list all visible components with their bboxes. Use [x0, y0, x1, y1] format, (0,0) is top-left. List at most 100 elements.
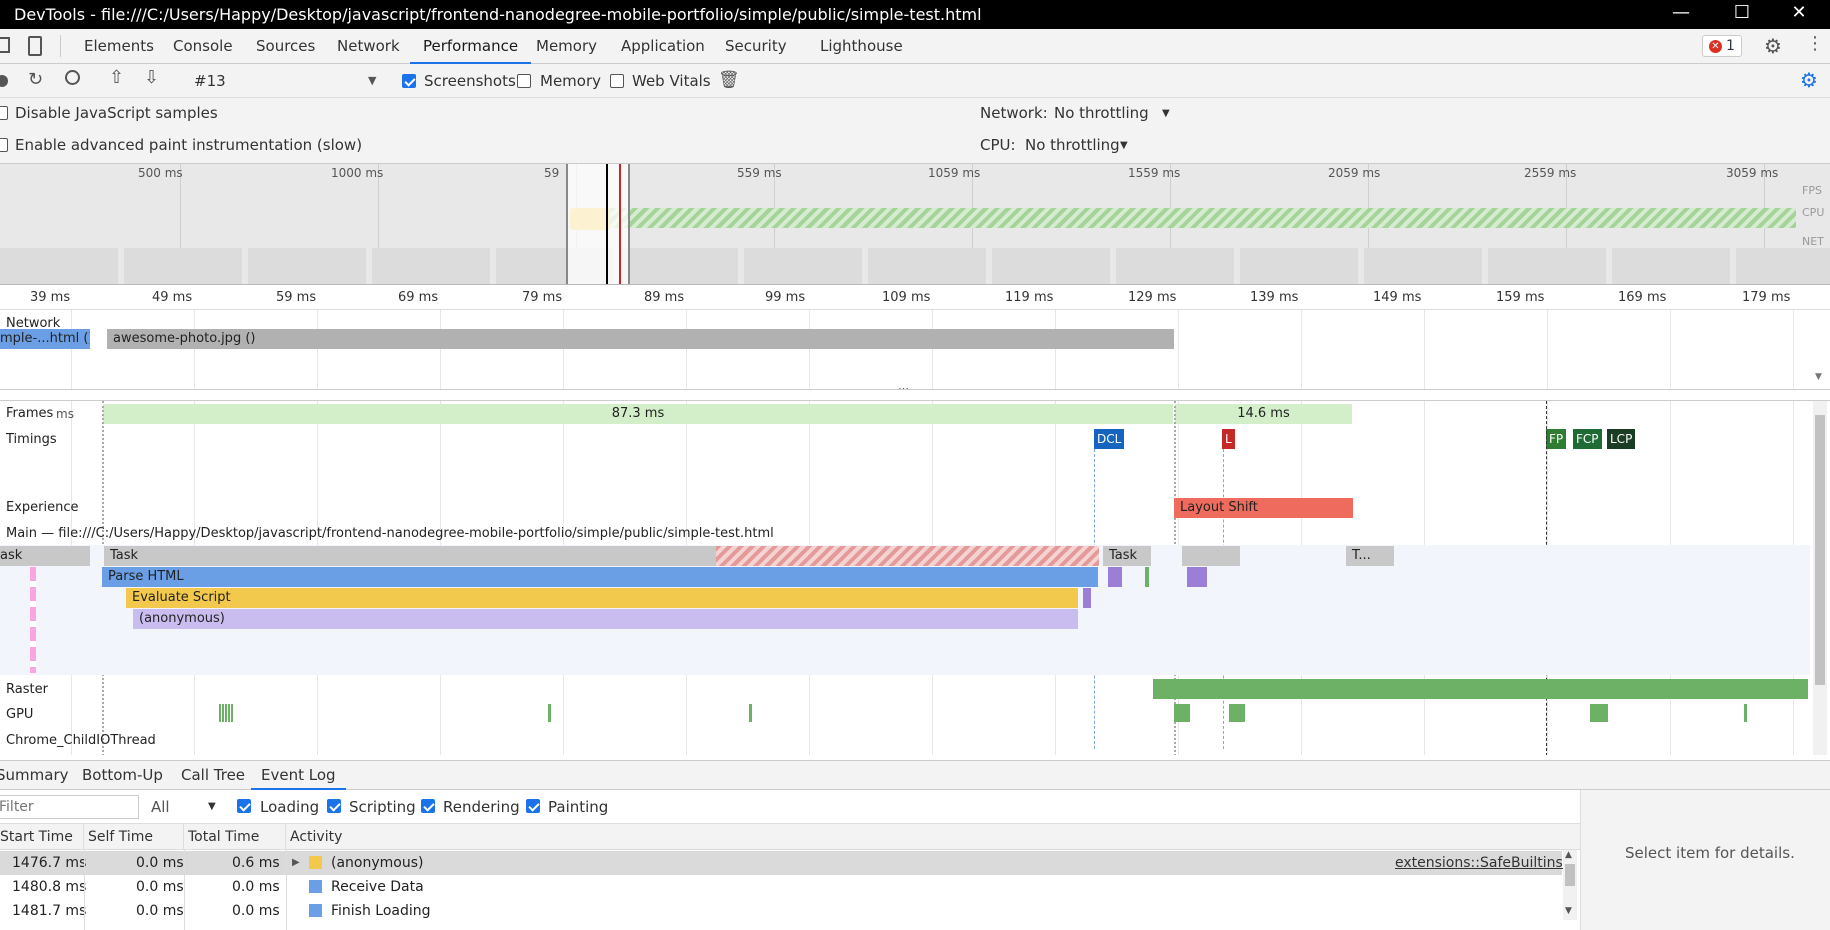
row-start-time: 1480.8 ms: [12, 879, 87, 895]
reload-record-icon[interactable]: ↻: [28, 69, 43, 90]
scrollbar-thumb[interactable]: [1815, 415, 1825, 685]
disable-js-samples-checkbox[interactable]: [0, 106, 8, 120]
tab-event-log[interactable]: Event Log: [251, 761, 346, 790]
tab-performance[interactable]: Performance: [410, 29, 532, 64]
resize-handle-icon[interactable]: ⋯: [898, 382, 909, 389]
category-select[interactable]: All: [151, 798, 170, 816]
anonymous-bar[interactable]: (anonymous): [133, 609, 1078, 629]
capture-settings-gear-icon[interactable]: ⚙: [1800, 68, 1818, 92]
gridline: [932, 310, 933, 389]
chevron-down-icon[interactable]: ▼: [1120, 140, 1128, 151]
gpu-task[interactable]: [548, 704, 551, 722]
evaluate-script-bar[interactable]: Evaluate Script: [126, 588, 1078, 608]
advanced-paint-label: Enable advanced paint instrumentation (s…: [15, 136, 363, 154]
record-icon[interactable]: [0, 75, 8, 87]
tab-application[interactable]: Application: [621, 29, 705, 64]
web-vitals-checkbox[interactable]: [610, 74, 624, 88]
scroll-up-icon[interactable]: ▲: [1565, 850, 1572, 860]
tab-network[interactable]: Network: [337, 29, 400, 64]
gpu-task[interactable]: [1590, 704, 1608, 722]
minimize-button[interactable]: —: [1658, 2, 1704, 26]
tab-security[interactable]: Security: [725, 29, 787, 64]
column-start-time[interactable]: Start Time: [0, 824, 84, 850]
settings-gear-icon[interactable]: ⚙: [1764, 34, 1782, 58]
gpu-task[interactable]: [749, 704, 752, 722]
tab-bottom-up[interactable]: Bottom-Up: [82, 761, 163, 790]
expand-arrow-icon[interactable]: ▶: [292, 857, 300, 868]
filter-input[interactable]: [0, 795, 139, 819]
flame-scrollbar[interactable]: [1813, 401, 1827, 755]
column-activity[interactable]: Activity: [286, 824, 1580, 850]
parse-html-bar[interactable]: Parse HTML: [102, 567, 1098, 587]
more-options-icon[interactable]: ⋮: [1806, 33, 1824, 54]
ruler-tick: 49 ms: [152, 290, 193, 305]
timeline-overview[interactable]: 500 ms 1000 ms 59 559 ms 1059 ms 1559 ms…: [0, 164, 1830, 285]
gpu-task[interactable]: [1744, 704, 1747, 722]
gpu-task[interactable]: [1174, 704, 1190, 722]
chevron-down-icon[interactable]: ▼: [1162, 108, 1170, 119]
load-marker[interactable]: L: [1222, 429, 1235, 449]
chevron-down-icon[interactable]: ▼: [368, 74, 376, 87]
category-color-swatch: [309, 856, 322, 869]
scripting-slice[interactable]: [1187, 567, 1207, 587]
loading-checkbox[interactable]: [237, 799, 251, 813]
network-request-image[interactable]: awesome-photo.jpg (): [107, 329, 1174, 349]
task-bar[interactable]: T...: [1346, 546, 1394, 566]
tab-console[interactable]: Console: [173, 29, 233, 64]
tab-lighthouse[interactable]: Lighthouse: [820, 29, 903, 64]
memory-checkbox[interactable]: [517, 74, 531, 88]
painting-checkbox[interactable]: [526, 799, 540, 813]
profile-select[interactable]: #13: [194, 72, 226, 90]
frame-bar[interactable]: 87.3 ms: [103, 404, 1173, 424]
rendering-checkbox[interactable]: [421, 799, 435, 813]
screenshots-checkbox[interactable]: [402, 74, 416, 88]
frame-bar[interactable]: 14.6 ms: [1175, 404, 1352, 424]
dcl-marker[interactable]: DCL: [1094, 429, 1125, 449]
flame-chart[interactable]: Frames ms 87.3 ms 14.6 ms Timings DCL L …: [0, 400, 1830, 755]
paint-slice[interactable]: [1145, 567, 1149, 587]
task-bar[interactable]: ask: [0, 546, 90, 566]
scroll-down-icon[interactable]: ▼: [1565, 906, 1572, 916]
task-bar[interactable]: Task: [1103, 546, 1151, 566]
tab-call-tree[interactable]: Call Tree: [181, 761, 245, 790]
scrollbar-thumb[interactable]: [1565, 864, 1575, 886]
load-profile-icon[interactable]: ⇧: [109, 67, 124, 88]
task-bar[interactable]: Task: [104, 546, 716, 566]
layout-shift-bar[interactable]: Layout Shift: [1174, 498, 1353, 518]
ruler-tick: 159 ms: [1496, 290, 1545, 305]
column-self-time[interactable]: Self Time: [84, 824, 184, 850]
network-request-html[interactable]: mple-...html (): [0, 329, 90, 349]
task-bar-small[interactable]: [1182, 546, 1240, 566]
gpu-task[interactable]: [1229, 704, 1245, 722]
cpu-throttle-select[interactable]: No throttling: [1025, 136, 1120, 154]
close-window-button[interactable]: ✕: [1776, 2, 1822, 26]
clear-icon[interactable]: [65, 70, 80, 85]
chevron-down-icon[interactable]: ▼: [208, 801, 216, 812]
lcp-marker[interactable]: LCP: [1607, 429, 1636, 449]
tab-elements[interactable]: Elements: [84, 29, 154, 64]
table-scrollbar[interactable]: ▲ ▼: [1563, 850, 1577, 920]
save-profile-icon[interactable]: ⇩: [144, 67, 159, 88]
raster-bar[interactable]: [1153, 679, 1808, 699]
tab-sources[interactable]: Sources: [256, 29, 315, 64]
trash-icon[interactable]: 🗑: [718, 70, 740, 90]
maximize-button[interactable]: ☐: [1719, 2, 1765, 26]
gpu-track-label: GPU: [6, 707, 34, 722]
tab-summary[interactable]: Summary: [0, 761, 69, 790]
gpu-task[interactable]: [219, 704, 233, 722]
row-activity: (anonymous): [331, 855, 424, 871]
fp-marker[interactable]: FP: [1546, 429, 1567, 449]
advanced-paint-checkbox[interactable]: [0, 138, 8, 152]
scripting-checkbox[interactable]: [327, 799, 341, 813]
fcp-marker[interactable]: FCP: [1573, 429, 1602, 449]
function-call-slice[interactable]: [1083, 588, 1091, 608]
scroll-down-icon[interactable]: ▼: [1815, 372, 1822, 382]
error-badge[interactable]: ✕ 1: [1702, 35, 1742, 57]
network-throttle-select[interactable]: No throttling: [1054, 104, 1149, 122]
row-source-link[interactable]: extensions::SafeBuiltins:1: [1395, 851, 1576, 875]
tab-memory[interactable]: Memory: [536, 29, 597, 64]
device-toolbar-icon[interactable]: [28, 36, 42, 56]
inspect-element-icon[interactable]: [0, 37, 10, 53]
column-total-time[interactable]: Total Time: [184, 824, 286, 850]
scripting-slice[interactable]: [1108, 567, 1122, 587]
